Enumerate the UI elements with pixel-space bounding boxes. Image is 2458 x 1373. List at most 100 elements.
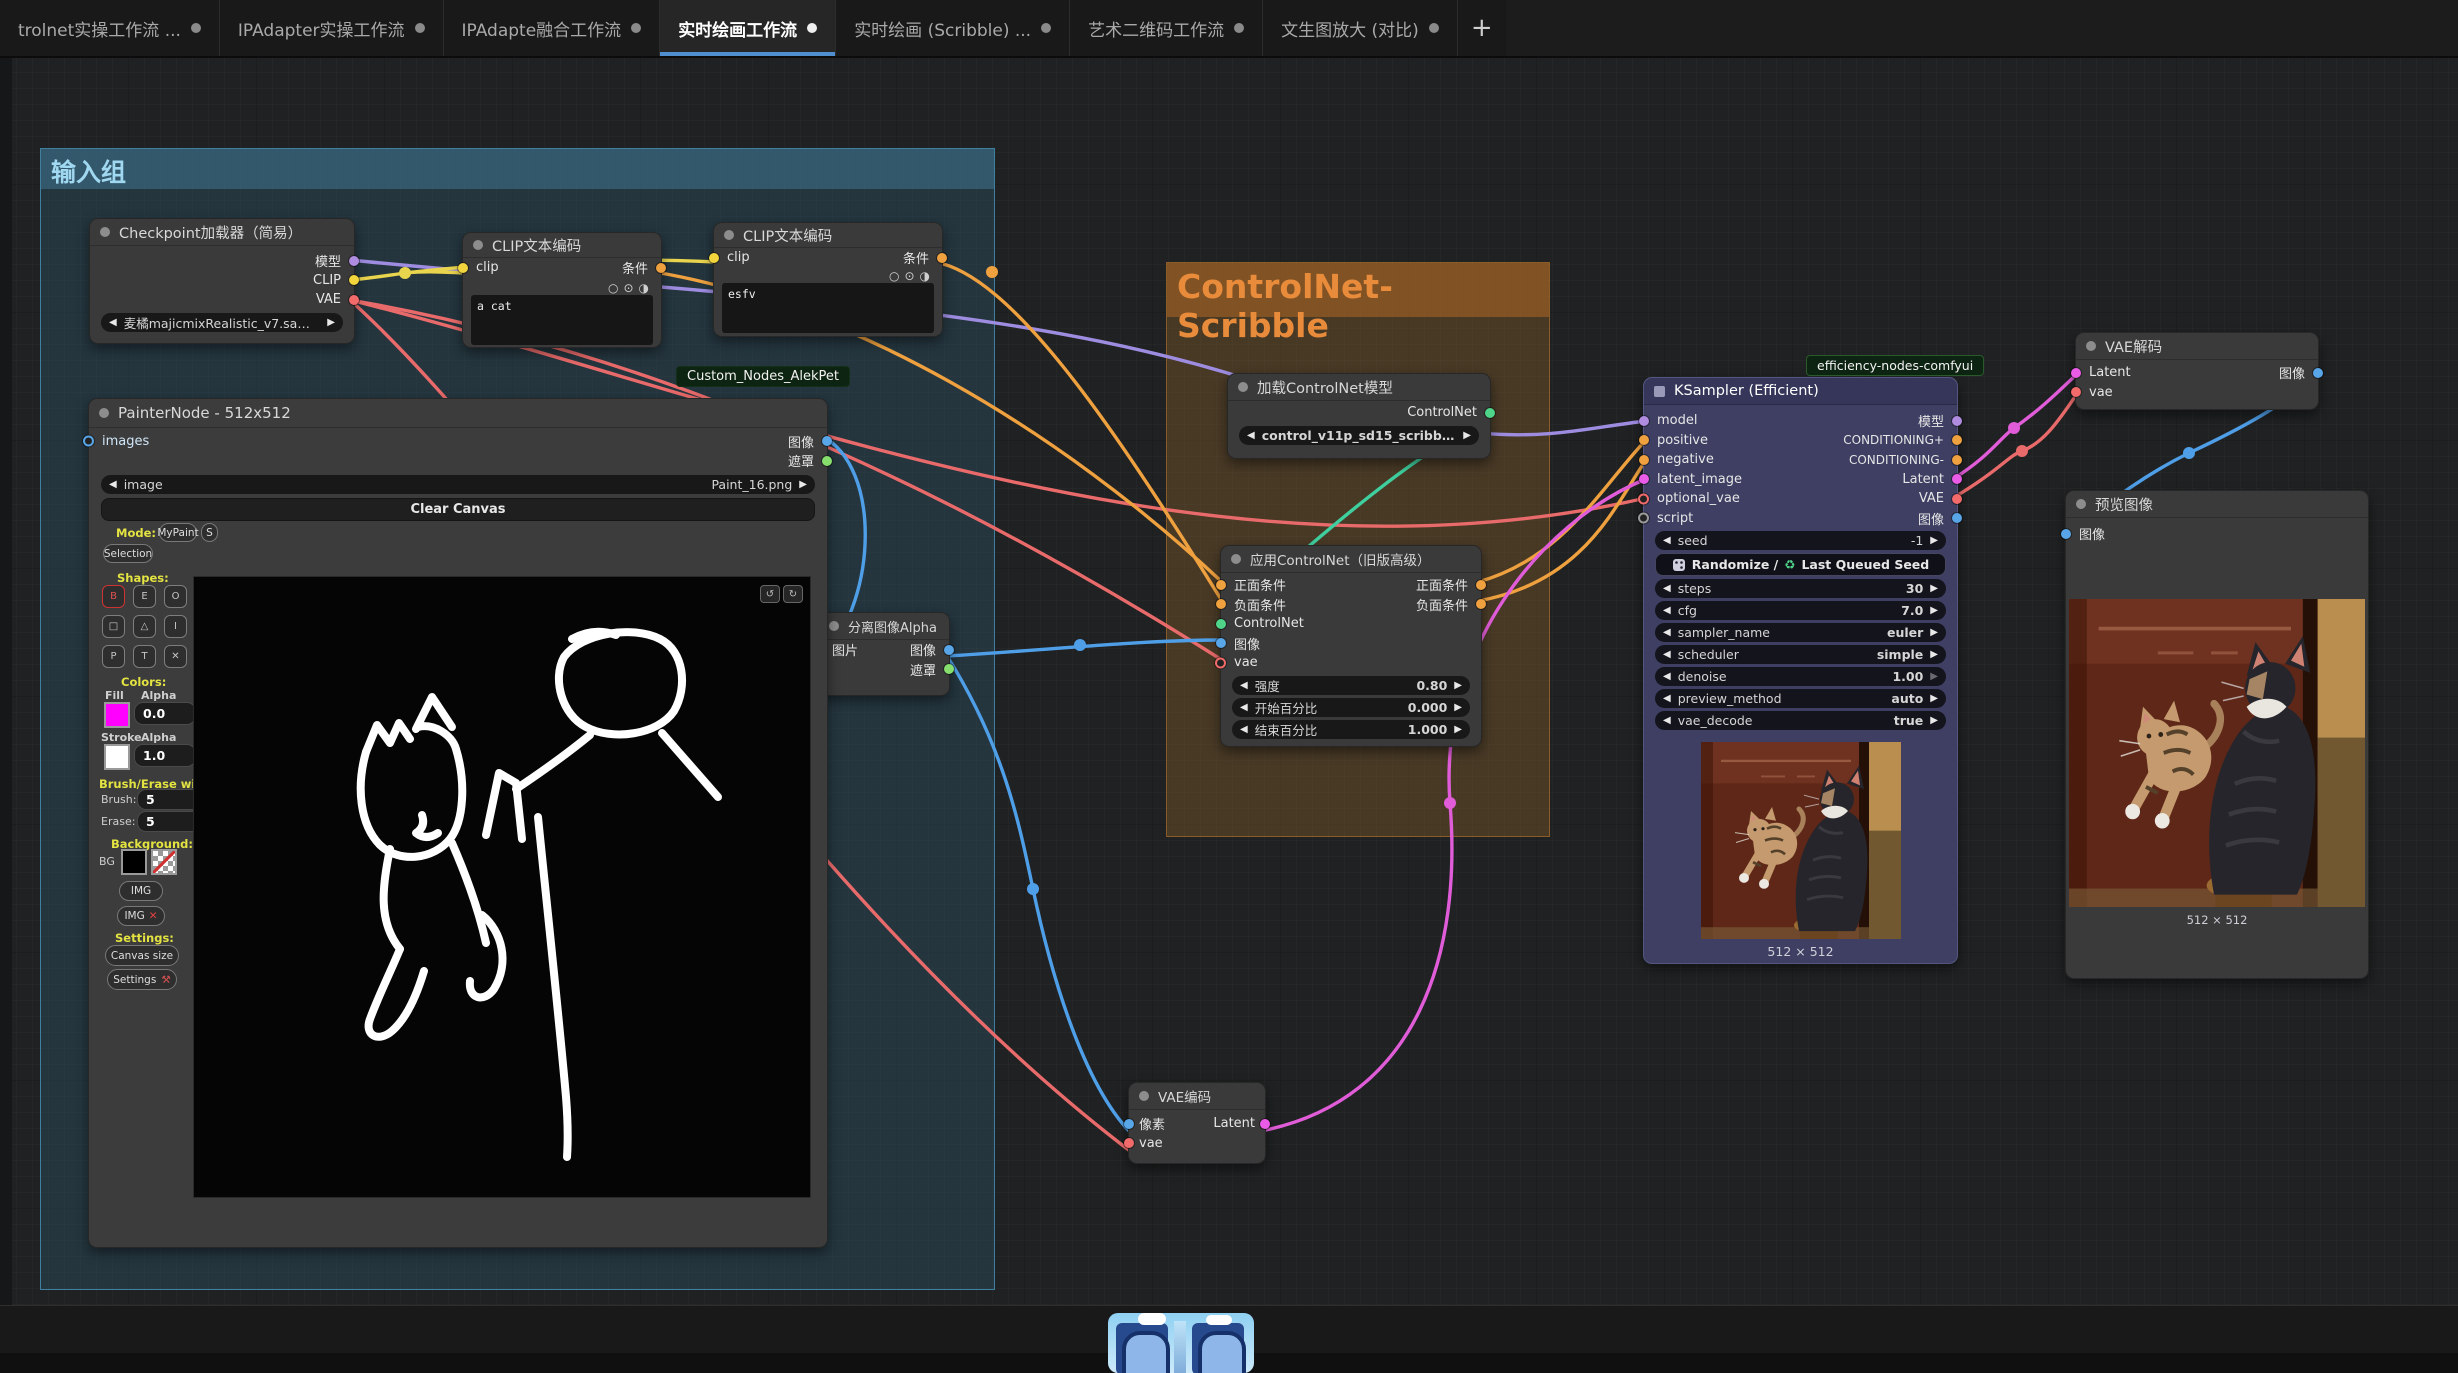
contrast-icon[interactable]: ◑ xyxy=(920,269,930,283)
next-arrow-icon[interactable]: ▶ xyxy=(327,317,335,328)
port-input-vae[interactable] xyxy=(2071,387,2081,397)
port-input-script[interactable] xyxy=(1638,513,1649,524)
vae-decode-widget[interactable]: ◀vae_decodetrue▶ xyxy=(1655,711,1946,730)
scheduler-widget[interactable]: ◀schedulersimple▶ xyxy=(1655,645,1946,664)
port-output-clip[interactable] xyxy=(349,275,359,285)
reroute-dot[interactable] xyxy=(1074,639,1086,651)
s-mode-button[interactable]: S xyxy=(201,523,218,542)
shape-text-button[interactable]: T xyxy=(133,645,156,668)
reroute-dot[interactable] xyxy=(2016,445,2028,457)
prev-arrow-icon[interactable]: ◀ xyxy=(1240,680,1248,691)
fill-color-swatch[interactable] xyxy=(104,702,130,728)
shape-brush-button[interactable]: B xyxy=(102,585,125,608)
port-output-latent[interactable] xyxy=(1952,474,1962,484)
shape-erase-button[interactable]: E xyxy=(133,585,156,608)
preview-image-display[interactable] xyxy=(2069,599,2365,907)
preview-method-widget[interactable]: ◀preview_methodauto▶ xyxy=(1655,689,1946,708)
port-output-positive[interactable] xyxy=(1476,580,1486,590)
next-arrow-icon[interactable]: ▶ xyxy=(1930,605,1938,616)
node-collapse-dot[interactable] xyxy=(724,230,734,240)
port-input-clip[interactable] xyxy=(709,253,719,263)
port-input-pixels[interactable] xyxy=(1124,1119,1134,1129)
port-output-model[interactable] xyxy=(349,256,359,266)
next-arrow-icon[interactable]: ▶ xyxy=(1930,583,1938,594)
port-input-image[interactable] xyxy=(2061,529,2071,539)
port-output-conditioning[interactable] xyxy=(656,263,666,273)
port-output-conditioning[interactable] xyxy=(937,253,947,263)
node-collapse-square[interactable] xyxy=(1654,386,1665,397)
node-painter[interactable]: PainterNode - 512x512 images图像 遮罩 ◀image… xyxy=(88,398,828,1248)
randomize-seed-button[interactable]: Randomize / ♻ Last Queued Seed xyxy=(1655,553,1946,576)
port-output-image[interactable] xyxy=(822,436,832,446)
node-load-controlnet[interactable]: 加载ControlNet模型 ControlNet ◀control_v11p_… xyxy=(1227,373,1491,459)
node-clip-encode-positive[interactable]: CLIP文本编码 clip条件 ○⊙◑ a cat xyxy=(462,232,662,348)
port-input-vae[interactable] xyxy=(1124,1138,1134,1148)
next-arrow-icon[interactable]: ▶ xyxy=(799,479,807,490)
tab-workflow-6[interactable]: 艺术二维码工作流 xyxy=(1070,0,1263,56)
node-vae-decode[interactable]: VAE解码 Latent图像 vae xyxy=(2075,332,2319,410)
port-output-conditioning-minus[interactable] xyxy=(1952,455,1962,465)
tab-workflow-2[interactable]: IPAdapter实操工作流 xyxy=(220,0,444,56)
port-output-mask[interactable] xyxy=(822,456,832,466)
shape-line-button[interactable]: I xyxy=(164,615,187,638)
port-input-image[interactable] xyxy=(1216,638,1226,648)
prev-arrow-icon[interactable]: ◀ xyxy=(1663,583,1671,594)
port-output-negative[interactable] xyxy=(1476,599,1486,609)
node-split-image-alpha[interactable]: 分离图像Alpha 图片图像 遮罩 xyxy=(818,612,950,696)
port-output-controlnet[interactable] xyxy=(1485,408,1495,418)
port-input-vae[interactable] xyxy=(1215,657,1226,668)
shape-triangle-button[interactable]: △ xyxy=(133,615,156,638)
prev-arrow-icon[interactable]: ◀ xyxy=(1663,693,1671,704)
node-collapse-dot[interactable] xyxy=(1238,382,1248,392)
reroute-dot[interactable] xyxy=(2008,422,2020,434)
sampler-preview-image[interactable] xyxy=(1701,742,1901,939)
prompt-textarea[interactable]: a cat xyxy=(471,295,653,345)
selection-mode-button[interactable]: Selection xyxy=(103,544,153,563)
next-arrow-icon[interactable]: ▶ xyxy=(1930,693,1938,704)
port-output-image[interactable] xyxy=(1952,513,1962,523)
node-apply-controlnet[interactable]: 应用ControlNet（旧版高级） 正面条件正面条件 负面条件负面条件 Con… xyxy=(1220,545,1482,747)
shape-cut-button[interactable]: ✕ xyxy=(164,645,187,668)
prev-arrow-icon[interactable]: ◀ xyxy=(1240,702,1248,713)
node-collapse-dot[interactable] xyxy=(99,408,109,418)
seed-widget[interactable]: ◀seed-1▶ xyxy=(1655,531,1946,550)
stroke-color-swatch[interactable] xyxy=(104,744,130,770)
group-input-title[interactable]: 输入组 xyxy=(41,149,994,189)
bg-img-remove-button[interactable]: IMG✕ xyxy=(117,906,165,926)
port-input-model[interactable] xyxy=(1639,416,1649,426)
bg-transparent-swatch[interactable] xyxy=(151,849,177,875)
paint-canvas[interactable]: ↺ ↻ xyxy=(193,576,811,1198)
clear-canvas-button[interactable]: Clear Canvas xyxy=(101,498,815,521)
port-input-controlnet[interactable] xyxy=(1216,619,1226,629)
fill-alpha-input[interactable]: 0.0 xyxy=(134,702,196,725)
prev-arrow-icon[interactable]: ◀ xyxy=(1663,535,1671,546)
node-collapse-dot[interactable] xyxy=(2076,499,2086,509)
port-input-optional-vae[interactable] xyxy=(1638,493,1649,504)
prev-arrow-icon[interactable]: ◀ xyxy=(1663,715,1671,726)
shape-pencil-button[interactable]: P xyxy=(102,645,125,668)
node-collapse-dot[interactable] xyxy=(829,621,839,631)
next-arrow-icon[interactable]: ▶ xyxy=(1454,680,1462,691)
next-arrow-icon[interactable]: ▶ xyxy=(1930,535,1938,546)
port-input-latent[interactable] xyxy=(2071,368,2081,378)
port-output-image[interactable] xyxy=(2313,368,2323,378)
start-percent-widget[interactable]: ◀开始百分比0.000▶ xyxy=(1232,698,1470,717)
next-arrow-icon[interactable]: ▶ xyxy=(1930,671,1938,682)
graph-canvas[interactable]: 输入组 ControlNet-Scribble xyxy=(0,56,2458,1305)
new-tab-button[interactable]: + xyxy=(1458,0,1506,56)
node-ksampler-efficient[interactable]: KSampler (Efficient) model模型 positiveCON… xyxy=(1643,377,1958,964)
reroute-dot[interactable] xyxy=(2183,447,2195,459)
brush-width-input[interactable]: 5 xyxy=(137,789,201,810)
next-arrow-icon[interactable]: ▶ xyxy=(1463,430,1471,441)
strength-widget[interactable]: ◀强度0.80▶ xyxy=(1232,676,1470,695)
node-clip-encode-negative[interactable]: CLIP文本编码 clip条件 ○⊙◑ esfv xyxy=(713,222,943,337)
port-input-latent-image[interactable] xyxy=(1639,474,1649,484)
steps-widget[interactable]: ◀steps30▶ xyxy=(1655,579,1946,598)
prev-arrow-icon[interactable]: ◀ xyxy=(1663,649,1671,660)
node-collapse-dot[interactable] xyxy=(473,240,483,250)
settings-button[interactable]: Settings⚒ xyxy=(107,969,177,990)
port-output-vae[interactable] xyxy=(1952,494,1962,504)
image-select-widget[interactable]: ◀imagePaint_16.png▶ xyxy=(101,475,815,494)
translate-off-icon[interactable]: ○ xyxy=(608,281,618,295)
shape-circle-button[interactable]: O xyxy=(164,585,187,608)
